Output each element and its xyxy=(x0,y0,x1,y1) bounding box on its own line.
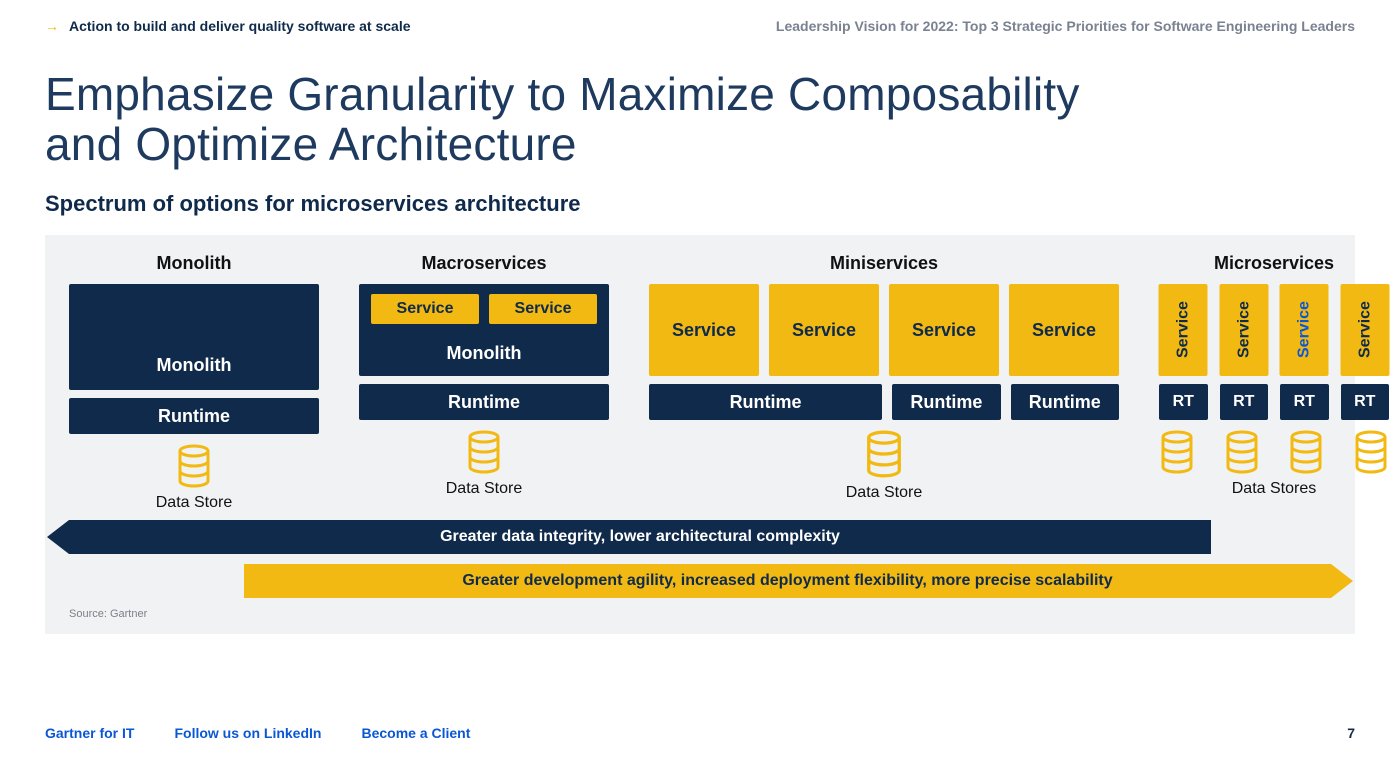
column-microservices: Microservices Service RT Service RT Serv… xyxy=(1159,253,1389,498)
macro-wrapper: Service Service Monolith xyxy=(359,284,609,376)
macro-service-box: Service xyxy=(489,294,597,324)
mini-service-box: Service xyxy=(1009,284,1119,376)
macro-runtime: Runtime xyxy=(359,384,609,420)
column-heading-macroservices: Macroservices xyxy=(359,253,609,274)
macro-store-label: Data Store xyxy=(446,480,522,498)
micro-db-row xyxy=(1159,430,1389,474)
micro-store-label: Data Stores xyxy=(1159,480,1389,498)
breadcrumb: → Action to build and deliver quality so… xyxy=(45,18,411,34)
mini-service-box: Service xyxy=(649,284,759,376)
page-subtitle: Spectrum of options for microservices ar… xyxy=(45,191,1355,217)
monolith-runtime: Runtime xyxy=(69,398,319,434)
arrow-right-text: Greater development agility, increased d… xyxy=(462,572,1112,590)
slide-page: → Action to build and deliver quality so… xyxy=(0,0,1400,757)
database-icon xyxy=(864,430,904,478)
micro-unit: Service RT xyxy=(1220,284,1269,420)
monolith-store-label: Data Store xyxy=(156,494,232,512)
micro-service-box: Service xyxy=(1341,284,1390,376)
page-title: Emphasize Granularity to Maximize Compos… xyxy=(45,70,1355,169)
column-heading-microservices: Microservices xyxy=(1159,253,1389,274)
footer-linkedin-link[interactable]: Follow us on LinkedIn xyxy=(174,725,321,741)
diagram-panel: Monolith Monolith Runtime Data Store xyxy=(45,235,1355,634)
mini-store: Data Store xyxy=(649,430,1119,502)
monolith-store: Data Store xyxy=(69,444,319,512)
database-icon xyxy=(466,430,502,474)
arrow-right-bar: Greater development agility, increased d… xyxy=(244,564,1331,598)
micro-unit: Service RT xyxy=(1341,284,1390,420)
spectrum-arrows: Greater data integrity, lower architectu… xyxy=(69,520,1331,598)
macro-service-box: Service xyxy=(371,294,479,324)
page-number: 7 xyxy=(1347,725,1355,741)
top-bar: → Action to build and deliver quality so… xyxy=(45,18,1355,34)
database-icon xyxy=(1288,430,1324,474)
column-miniservices: Miniservices Service Service Service Ser… xyxy=(649,253,1119,502)
micro-runtime: RT xyxy=(1341,384,1390,420)
column-heading-monolith: Monolith xyxy=(69,253,319,274)
architecture-columns: Monolith Monolith Runtime Data Store xyxy=(69,253,1331,512)
title-line-1: Emphasize Granularity to Maximize Compos… xyxy=(45,68,1080,120)
micro-runtime: RT xyxy=(1280,384,1329,420)
column-heading-miniservices: Miniservices xyxy=(649,253,1119,274)
micro-runtime: RT xyxy=(1159,384,1208,420)
micro-runtime: RT xyxy=(1220,384,1269,420)
mini-runtime: Runtime xyxy=(892,384,1000,420)
footer: Gartner for IT Follow us on LinkedIn Bec… xyxy=(45,725,1355,741)
column-monolith: Monolith Monolith Runtime Data Store xyxy=(69,253,319,512)
footer-brand-link[interactable]: Gartner for IT xyxy=(45,725,134,741)
micro-unit: Service RT xyxy=(1159,284,1208,420)
document-title: Leadership Vision for 2022: Top 3 Strate… xyxy=(776,18,1355,34)
database-icon xyxy=(176,444,212,488)
arrow-left-bar: Greater data integrity, lower architectu… xyxy=(69,520,1211,554)
mini-runtime: Runtime xyxy=(1011,384,1119,420)
database-icon xyxy=(1224,430,1260,474)
mini-store-label: Data Store xyxy=(846,484,922,502)
database-icon xyxy=(1353,430,1389,474)
monolith-box: Monolith xyxy=(69,284,319,390)
title-line-2: and Optimize Architecture xyxy=(45,118,577,170)
arrow-left-text: Greater data integrity, lower architectu… xyxy=(440,528,840,546)
mini-runtime: Runtime xyxy=(649,384,882,420)
breadcrumb-text: Action to build and deliver quality soft… xyxy=(69,18,411,34)
source-credit: Source: Gartner xyxy=(69,608,1331,620)
micro-unit: Service RT xyxy=(1280,284,1329,420)
mini-service-box: Service xyxy=(889,284,999,376)
database-icon xyxy=(1159,430,1195,474)
micro-service-box: Service xyxy=(1220,284,1269,376)
micro-service-box: Service xyxy=(1280,284,1329,376)
micro-service-box: Service xyxy=(1159,284,1208,376)
column-macroservices: Macroservices Service Service Monolith R… xyxy=(359,253,609,498)
macro-monolith-label: Monolith xyxy=(371,343,597,364)
footer-client-link[interactable]: Become a Client xyxy=(361,725,470,741)
mini-service-box: Service xyxy=(769,284,879,376)
macro-store: Data Store xyxy=(359,430,609,498)
arrow-right-icon: → xyxy=(45,18,59,34)
